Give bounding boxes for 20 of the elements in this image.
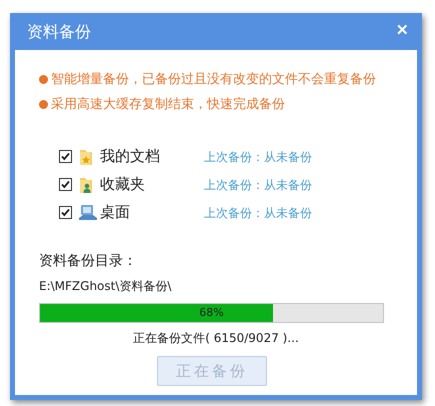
monitor-icon	[78, 202, 98, 222]
window-title: 资料备份	[27, 20, 91, 42]
bullet-icon	[39, 100, 48, 109]
item-label: 桌面	[100, 202, 131, 224]
checkbox[interactable]	[59, 150, 72, 163]
close-button[interactable]: ✕	[392, 20, 413, 43]
directory-path: E:\MFZGhost\资料备份\	[39, 278, 172, 295]
checkbox[interactable]	[59, 178, 72, 191]
last-backup-text: 上次备份：从未备份	[204, 176, 312, 194]
feature-note: 采用高速大缓存复制结束，快速完成备份	[51, 96, 285, 114]
last-backup-text: 上次备份：从未备份	[204, 204, 312, 222]
feature-note: 智能增量备份，已备份过且没有改变的文件不会重复备份	[51, 71, 376, 89]
status-text: 正在备份文件( 6150/9027 )...	[133, 330, 299, 347]
item-label: 收藏夹	[100, 174, 146, 196]
progress-percent: 68%	[198, 304, 225, 321]
bullet-icon	[39, 75, 48, 84]
item-label: 我的文档	[100, 146, 161, 168]
last-backup-text: 上次备份：从未备份	[204, 148, 312, 166]
directory-label: 资料备份目录：	[39, 252, 138, 271]
checkbox[interactable]	[59, 206, 72, 219]
